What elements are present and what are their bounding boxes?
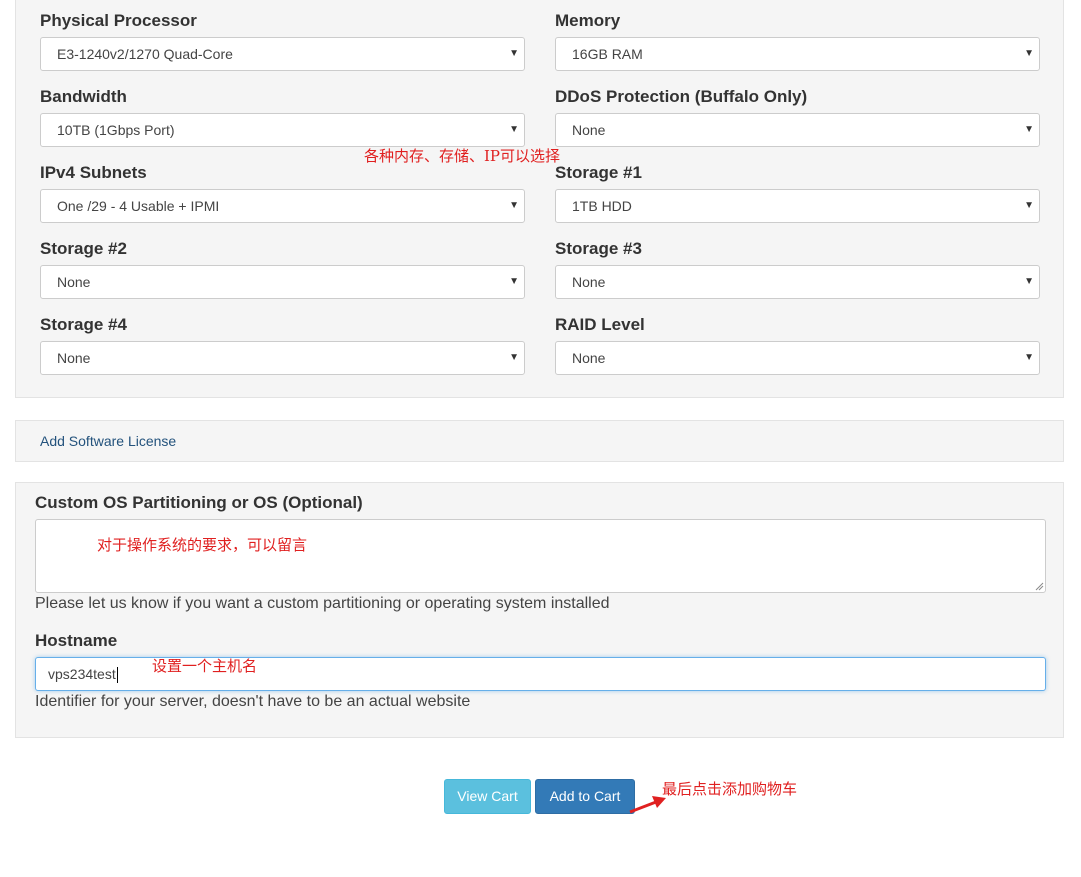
processor-label: Physical Processor	[40, 11, 197, 30]
custom-os-textarea[interactable]	[35, 519, 1046, 593]
memory-select[interactable]: 16GB RAM ▼	[555, 37, 1040, 71]
memory-label: Memory	[555, 11, 621, 30]
storage4-select-value: None	[57, 350, 91, 366]
hostname-help: Identifier for your server, doesn't have…	[35, 693, 471, 710]
view-cart-button[interactable]: View Cart	[444, 779, 531, 814]
storage2-label: Storage #2	[40, 239, 127, 258]
caret-down-icon: ▼	[509, 124, 519, 135]
raid-select[interactable]: None ▼	[555, 341, 1040, 375]
caret-down-icon: ▼	[509, 48, 519, 59]
additional-info-panel: Custom OS Partitioning or OS (Optional) …	[15, 482, 1064, 738]
ddos-select-value: None	[572, 122, 606, 138]
add-to-cart-button[interactable]: Add to Cart	[535, 779, 635, 814]
custom-os-label: Custom OS Partitioning or OS (Optional)	[35, 493, 363, 512]
cart-annotation: 最后点击添加购物车	[662, 780, 798, 798]
storage1-select[interactable]: 1TB HDD ▼	[555, 189, 1040, 223]
os-annotation: 对于操作系统的要求，可以留言	[97, 536, 308, 554]
ddos-label: DDoS Protection (Buffalo Only)	[555, 87, 808, 106]
resize-grip-icon[interactable]	[1034, 581, 1044, 591]
hostname-label: Hostname	[35, 631, 118, 650]
ipv4-label: IPv4 Subnets	[40, 163, 147, 182]
storage2-select[interactable]: None ▼	[40, 265, 525, 299]
options-annotation: 各种内存、存储、IP可以选择	[364, 147, 561, 165]
storage1-label: Storage #1	[555, 163, 642, 182]
caret-down-icon: ▼	[509, 352, 519, 363]
storage3-select[interactable]: None ▼	[555, 265, 1040, 299]
storage1-select-value: 1TB HDD	[572, 198, 632, 214]
software-license-panel: Add Software License	[15, 420, 1064, 462]
caret-down-icon: ▼	[509, 276, 519, 287]
storage4-select[interactable]: None ▼	[40, 341, 525, 375]
processor-select-value: E3-1240v2/1270 Quad-Core	[57, 46, 233, 62]
caret-down-icon: ▼	[509, 200, 519, 211]
bandwidth-label: Bandwidth	[40, 87, 127, 106]
ipv4-select-value: One /29 - 4 Usable + IPMI	[57, 198, 220, 214]
memory-select-value: 16GB RAM	[572, 46, 643, 62]
custom-os-help: Please let us know if you want a custom …	[35, 595, 610, 612]
storage3-label: Storage #3	[555, 239, 642, 258]
hostname-annotation: 设置一个主机名	[152, 657, 258, 675]
ipv4-select[interactable]: One /29 - 4 Usable + IPMI ▼	[40, 189, 525, 223]
storage3-select-value: None	[572, 274, 606, 290]
bandwidth-select[interactable]: 10TB (1Gbps Port) ▼	[40, 113, 525, 147]
raid-select-value: None	[572, 350, 606, 366]
bandwidth-select-value: 10TB (1Gbps Port)	[57, 122, 175, 138]
caret-down-icon: ▼	[1024, 352, 1034, 363]
storage4-label: Storage #4	[40, 315, 127, 334]
caret-down-icon: ▼	[1024, 48, 1034, 59]
storage2-select-value: None	[57, 274, 91, 290]
ddos-select[interactable]: None ▼	[555, 113, 1040, 147]
text-caret	[116, 667, 118, 684]
hostname-input-value: vps234test	[48, 666, 116, 682]
caret-down-icon: ▼	[1024, 276, 1034, 287]
caret-down-icon: ▼	[1024, 124, 1034, 135]
add-software-license-link[interactable]: Add Software License	[40, 433, 176, 449]
processor-select[interactable]: E3-1240v2/1270 Quad-Core ▼	[40, 37, 525, 71]
caret-down-icon: ▼	[1024, 200, 1034, 211]
raid-label: RAID Level	[555, 315, 645, 334]
